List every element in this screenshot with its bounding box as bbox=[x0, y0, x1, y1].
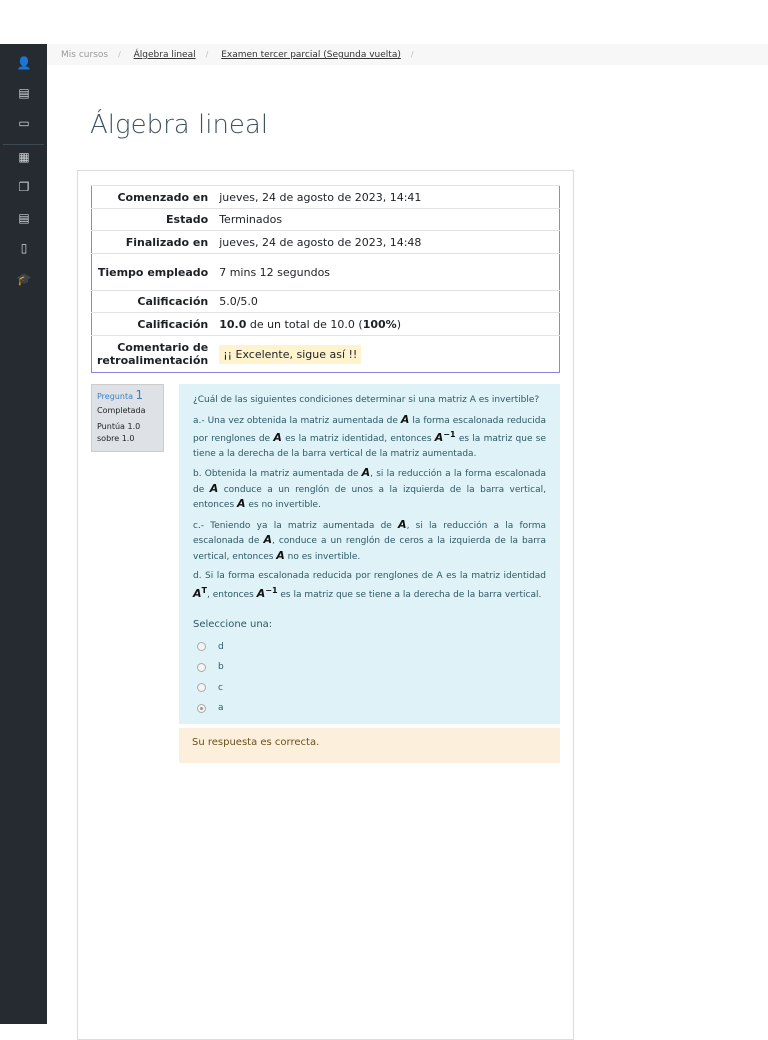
attempt-summary-table: Comenzado en jueves, 24 de agosto de 2023… bbox=[91, 185, 560, 373]
question-text: ¿Cuál de las siguientes condiciones dete… bbox=[193, 395, 540, 405]
breadcrumb-mis-cursos[interactable]: Mis cursos bbox=[61, 50, 108, 60]
summary-value: 5.0/5.0 bbox=[213, 290, 560, 313]
feedback-badge: ¡¡ Excelente, sigue así !! bbox=[219, 344, 362, 364]
page-title: Álgebra lineal bbox=[90, 110, 269, 140]
summary-label: Comentario de retroalimentación bbox=[91, 335, 214, 373]
radio-button[interactable] bbox=[197, 642, 206, 652]
option-label: c bbox=[218, 682, 223, 693]
answer-option-c[interactable]: c bbox=[193, 678, 546, 699]
statement-c: c.- Teniendo ya la matriz aumentada de A… bbox=[193, 517, 546, 562]
breadcrumb-exam[interactable]: Examen tercer parcial (Segunda vuelta) bbox=[221, 50, 401, 60]
statement-d: d. Si la forma escalonada reducida por r… bbox=[193, 571, 546, 600]
radio-button[interactable] bbox=[197, 683, 206, 693]
question-state: Completada bbox=[97, 406, 146, 415]
book-icon[interactable]: ▤ bbox=[16, 85, 32, 101]
sidebar-divider bbox=[3, 144, 44, 145]
question-content: ¿Cuál de las siguientes condiciones dete… bbox=[179, 384, 560, 724]
summary-label: Calificación bbox=[91, 312, 214, 336]
question-label: Pregunta bbox=[97, 392, 133, 401]
book-icon[interactable]: ▤ bbox=[16, 210, 32, 226]
mobile-icon[interactable]: ▯ bbox=[16, 240, 32, 256]
summary-value: Terminados bbox=[213, 208, 560, 231]
radio-button-selected[interactable] bbox=[197, 703, 206, 713]
sidebar: 👤 ▤ ▭ ▦ ❐ ▤ ▯ 🎓 bbox=[0, 44, 47, 1024]
answer-option-b[interactable]: b bbox=[193, 657, 546, 678]
summary-value: jueves, 24 de agosto de 2023, 14:48 bbox=[213, 230, 560, 254]
summary-value: ¡¡ Excelente, sigue así !! bbox=[213, 335, 560, 373]
statement-a: a.- Una vez obtenida la matriz aumentada… bbox=[193, 412, 546, 459]
option-label: b bbox=[218, 662, 224, 672]
graduation-cap-icon[interactable]: 🎓 bbox=[16, 271, 32, 287]
summary-label: Comenzado en bbox=[91, 185, 214, 209]
answer-option-a[interactable]: a bbox=[193, 698, 546, 719]
option-label: d bbox=[218, 641, 224, 652]
breadcrumb: Mis cursos / Álgebra lineal / Examen terce… bbox=[47, 44, 768, 65]
answer-feedback: Su respuesta es correcta. bbox=[179, 728, 560, 763]
statement-b: b. Obtenida la matriz aumentada de A, si… bbox=[193, 466, 546, 510]
participants-icon[interactable]: 👤 bbox=[16, 55, 32, 71]
summary-value: 10.0 de un total de 10.0 (100%) bbox=[213, 312, 560, 336]
summary-label: Finalizado en bbox=[91, 230, 214, 254]
files-icon[interactable]: ❐ bbox=[16, 179, 32, 195]
breadcrumb-course[interactable]: Álgebra lineal bbox=[134, 50, 196, 60]
option-label: a bbox=[218, 703, 224, 713]
summary-value: jueves, 24 de agosto de 2023, 14:41 bbox=[213, 185, 560, 209]
folder-icon[interactable]: ▭ bbox=[16, 115, 32, 131]
radio-button[interactable] bbox=[197, 662, 206, 672]
calendar-icon[interactable]: ▦ bbox=[16, 149, 32, 165]
question-score: Puntúa 1.0 sobre 1.0 bbox=[97, 422, 141, 443]
summary-label: Estado bbox=[91, 208, 214, 231]
question-info: Pregunta 1 Completada Puntúa 1.0 sobre 1… bbox=[91, 384, 164, 452]
select-prompt: Seleccione una: bbox=[193, 619, 273, 630]
summary-label: Calificación bbox=[91, 290, 214, 313]
question-number: 1 bbox=[135, 388, 144, 402]
summary-label: Tiempo empleado bbox=[91, 253, 214, 291]
answer-option-d[interactable]: d bbox=[193, 637, 546, 658]
summary-value: 7 mins 12 segundos bbox=[213, 253, 560, 291]
